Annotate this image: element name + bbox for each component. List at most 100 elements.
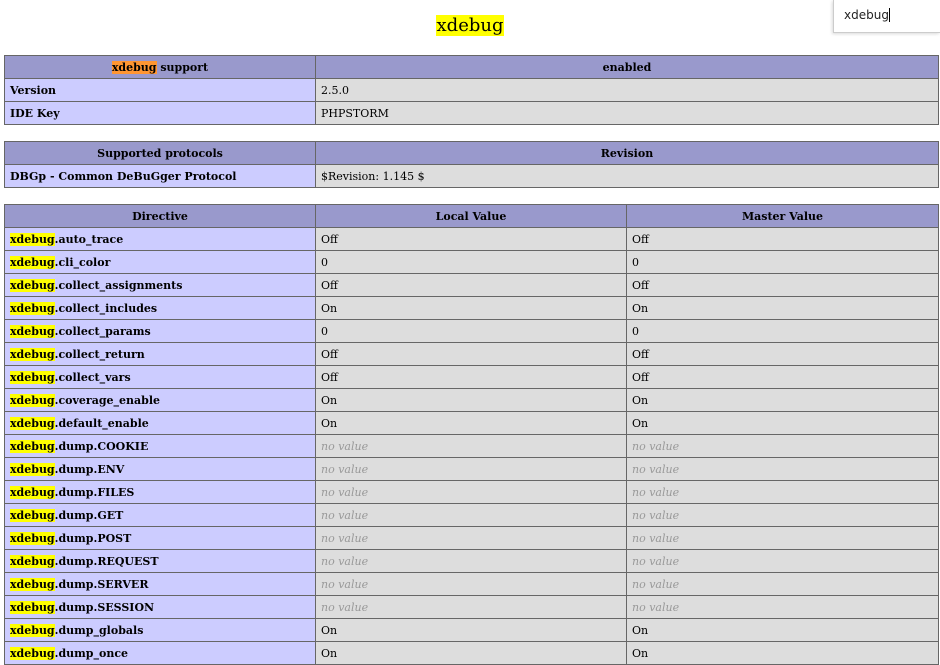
- master-value: Off: [626, 365, 939, 389]
- master-value: 0: [626, 250, 939, 274]
- table-row: xdebug.dump.FILES no value no value: [4, 480, 939, 504]
- master-value: On: [626, 296, 939, 320]
- local-value: On: [315, 388, 627, 412]
- master-value: no value: [626, 595, 939, 619]
- master-value: On: [626, 388, 939, 412]
- local-value: On: [315, 296, 627, 320]
- search-highlight: xdebug: [10, 508, 55, 522]
- directive-name: xdebug.dump.REQUEST: [4, 549, 316, 573]
- search-highlight: xdebug: [10, 646, 55, 660]
- search-highlight: xdebug: [10, 232, 55, 246]
- support-header-value: enabled: [315, 55, 939, 79]
- local-value: Off: [315, 227, 627, 251]
- master-value: On: [626, 618, 939, 642]
- search-highlight: xdebug: [111, 60, 157, 74]
- support-header-label: xdebug support: [4, 55, 316, 79]
- table-row: xdebug.dump.SESSION no value no value: [4, 595, 939, 619]
- local-value: 0: [315, 250, 627, 274]
- row-value: 2.5.0: [315, 78, 939, 102]
- table-row: xdebug.auto_trace Off Off: [4, 227, 939, 251]
- table-header-row: Directive Local Value Master Value: [4, 204, 939, 228]
- table-row: xdebug.collect_return Off Off: [4, 342, 939, 366]
- find-input[interactable]: [844, 7, 914, 23]
- local-value: no value: [315, 434, 627, 458]
- xdebug-support-table: xdebug support enabled Version 2.5.0 IDE…: [4, 55, 939, 125]
- directive-name: xdebug.cli_color: [4, 250, 316, 274]
- row-label: IDE Key: [4, 101, 316, 125]
- master-value: no value: [626, 434, 939, 458]
- column-header: Local Value: [315, 204, 627, 228]
- master-value: no value: [626, 526, 939, 550]
- directive-name: xdebug.coverage_enable: [4, 388, 316, 412]
- local-value: Off: [315, 365, 627, 389]
- directive-name: xdebug.default_enable: [4, 411, 316, 435]
- directive-name: xdebug.dump.COOKIE: [4, 434, 316, 458]
- directive-name: xdebug.dump.POST: [4, 526, 316, 550]
- directive-name: xdebug.dump.ENV: [4, 457, 316, 481]
- local-value: no value: [315, 595, 627, 619]
- search-highlight: xdebug: [10, 439, 55, 453]
- directive-name: xdebug.collect_params: [4, 319, 316, 343]
- search-highlight: xdebug: [10, 485, 55, 499]
- table-row: xdebug.collect_includes On On: [4, 296, 939, 320]
- master-value: Off: [626, 227, 939, 251]
- table-row: xdebug.cli_color 0 0: [4, 250, 939, 274]
- directive-name: xdebug.auto_trace: [4, 227, 316, 251]
- table-row: xdebug.dump.ENV no value no value: [4, 457, 939, 481]
- search-highlight: xdebug: [10, 554, 55, 568]
- directive-name: xdebug.collect_vars: [4, 365, 316, 389]
- local-value: no value: [315, 480, 627, 504]
- local-value: no value: [315, 457, 627, 481]
- directive-name: xdebug.collect_assignments: [4, 273, 316, 297]
- search-highlight: xdebug: [10, 301, 55, 315]
- master-value: no value: [626, 457, 939, 481]
- table-row: xdebug.default_enable On On: [4, 411, 939, 435]
- row-label: DBGp - Common DeBuGger Protocol: [4, 164, 316, 188]
- table-row: xdebug.dump.GET no value no value: [4, 503, 939, 527]
- find-in-page-bar: [833, 0, 940, 33]
- table-row: xdebug.dump.SERVER no value no value: [4, 572, 939, 596]
- master-value: no value: [626, 572, 939, 596]
- master-value: 0: [626, 319, 939, 343]
- directive-name: xdebug.dump.FILES: [4, 480, 316, 504]
- table-row: xdebug.dump.COOKIE no value no value: [4, 434, 939, 458]
- search-highlight: xdebug: [10, 278, 55, 292]
- master-value: On: [626, 641, 939, 665]
- text-caret: [889, 8, 890, 22]
- table-row: xdebug.dump.POST no value no value: [4, 526, 939, 550]
- table-row: xdebug.dump.REQUEST no value no value: [4, 549, 939, 573]
- directive-name: xdebug.dump_globals: [4, 618, 316, 642]
- table-row: xdebug.collect_vars Off Off: [4, 365, 939, 389]
- row-value: $Revision: 1.145 $: [315, 164, 939, 188]
- local-value: no value: [315, 526, 627, 550]
- directive-name: xdebug.collect_return: [4, 342, 316, 366]
- directive-name: xdebug.collect_includes: [4, 296, 316, 320]
- master-value: no value: [626, 480, 939, 504]
- master-value: no value: [626, 549, 939, 573]
- local-value: On: [315, 641, 627, 665]
- search-highlight: xdebug: [10, 370, 55, 384]
- master-value: On: [626, 411, 939, 435]
- local-value: On: [315, 618, 627, 642]
- master-value: no value: [626, 503, 939, 527]
- table-row: Version 2.5.0: [4, 78, 939, 102]
- local-value: Off: [315, 273, 627, 297]
- column-header: Revision: [315, 141, 939, 165]
- table-row: xdebug.collect_assignments Off Off: [4, 273, 939, 297]
- table-row: xdebug.dump_globals On On: [4, 618, 939, 642]
- directive-name: xdebug.dump.SERVER: [4, 572, 316, 596]
- local-value: 0: [315, 319, 627, 343]
- table-header-row: Supported protocols Revision: [4, 141, 939, 165]
- column-header: Supported protocols: [4, 141, 316, 165]
- local-value: Off: [315, 342, 627, 366]
- table-row: xdebug.coverage_enable On On: [4, 388, 939, 412]
- search-highlight: xdebug: [10, 577, 55, 591]
- search-highlight: xdebug: [10, 623, 55, 637]
- table-row: DBGp - Common DeBuGger Protocol $Revisio…: [4, 164, 939, 188]
- master-value: Off: [626, 273, 939, 297]
- directive-name: xdebug.dump.SESSION: [4, 595, 316, 619]
- search-highlight: xdebug: [10, 462, 55, 476]
- row-label: Version: [4, 78, 316, 102]
- directive-name: xdebug.dump.GET: [4, 503, 316, 527]
- master-value: Off: [626, 342, 939, 366]
